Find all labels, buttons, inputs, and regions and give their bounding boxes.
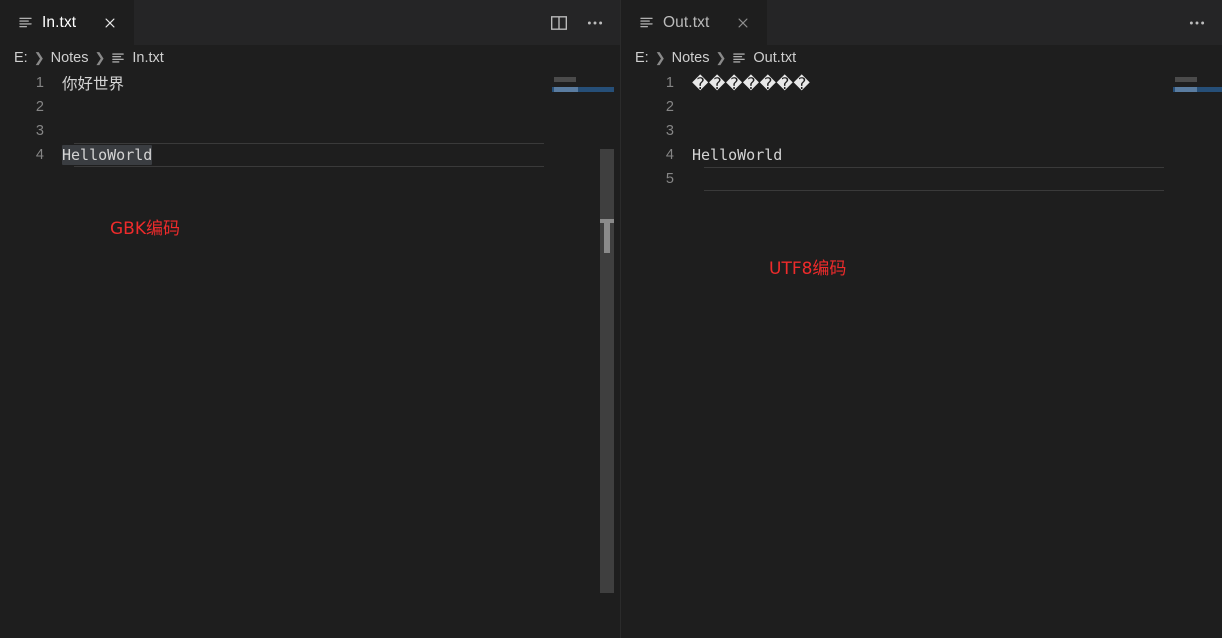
line-number: 2: [665, 99, 674, 115]
text-file-icon: [111, 51, 126, 66]
editor-scrollbar-left[interactable]: [600, 149, 614, 593]
text-file-icon: [18, 15, 33, 30]
tab-label: Out.txt: [663, 13, 710, 31]
breadcrumb-right[interactable]: E: ❯ Notes ❯ Out.txt: [621, 45, 1222, 71]
breadcrumb-item-drive[interactable]: E:: [635, 50, 649, 66]
breadcrumb-separator-icon: ❯: [715, 50, 727, 65]
code-line[interactable]: 2: [0, 95, 620, 119]
minimap-line-mark: [554, 87, 578, 92]
line-content-selected: HelloWorld: [62, 145, 153, 165]
tabbar-actions-right: [1187, 0, 1222, 45]
line-number: 2: [35, 99, 44, 115]
tab-in-txt[interactable]: In.txt: [0, 0, 135, 45]
line-number: 1: [35, 75, 44, 91]
text-file-icon: [639, 15, 654, 30]
code-line[interactable]: 2: [621, 95, 1222, 119]
code-editor-left[interactable]: 1 你好世界 2 3 4 HelloWorld: [0, 71, 620, 638]
text-file-icon: [732, 51, 747, 66]
minimap-line-mark: [1175, 87, 1197, 92]
annotation-gbk: GBK编码: [110, 219, 180, 239]
close-icon[interactable]: [732, 12, 754, 34]
breadcrumb-item-folder[interactable]: Notes: [672, 50, 710, 66]
code-editor-right[interactable]: 1 ������� 2 3 4 HelloWorld 5: [621, 71, 1222, 638]
more-actions-icon[interactable]: [585, 13, 605, 33]
close-icon[interactable]: [99, 12, 121, 34]
line-content: HelloWorld: [692, 146, 783, 164]
annotation-utf8: UTF8编码: [769, 259, 847, 279]
tab-out-txt[interactable]: Out.txt: [621, 0, 768, 45]
code-line[interactable]: 3: [621, 119, 1222, 143]
breadcrumb-item-file[interactable]: In.txt: [111, 50, 164, 66]
code-line[interactable]: 1 你好世界: [0, 71, 620, 95]
line-number: 1: [665, 75, 674, 91]
breadcrumb-item-file[interactable]: Out.txt: [732, 50, 796, 66]
scroll-thumb[interactable]: [604, 219, 610, 253]
split-editor-icon[interactable]: [549, 13, 569, 33]
line-content: �������: [692, 73, 811, 93]
code-line[interactable]: 4 HelloWorld: [621, 143, 1222, 167]
line-number: 5: [665, 171, 674, 187]
code-line[interactable]: 3: [0, 119, 620, 143]
editor-workbench: In.txt E: ❯ Notes ❯ In.txt 1 你好世界 2 3 4 …: [0, 0, 1222, 638]
editor-group-left: In.txt E: ❯ Notes ❯ In.txt 1 你好世界 2 3 4 …: [0, 0, 620, 638]
breadcrumb-file-label: In.txt: [132, 50, 164, 66]
breadcrumb-separator-icon: ❯: [33, 50, 45, 65]
code-line[interactable]: 4 HelloWorld: [0, 143, 620, 167]
breadcrumb-item-drive[interactable]: E:: [14, 50, 28, 66]
breadcrumb-separator-icon: ❯: [94, 50, 106, 65]
tab-label: In.txt: [42, 13, 77, 31]
line-number: 3: [665, 123, 674, 139]
line-content: 你好世界: [62, 75, 125, 93]
breadcrumb-file-label: Out.txt: [753, 50, 797, 66]
editor-group-right: Out.txt E: ❯ Notes ❯ Out.txt 1 ������� 2…: [620, 0, 1222, 638]
code-line[interactable]: 5: [621, 167, 1222, 191]
minimap-line-mark: [1175, 77, 1197, 82]
breadcrumb-item-folder[interactable]: Notes: [51, 50, 89, 66]
line-number: 3: [35, 123, 44, 139]
code-line[interactable]: 1 �������: [621, 71, 1222, 95]
breadcrumb-left[interactable]: E: ❯ Notes ❯ In.txt: [0, 45, 620, 71]
line-number: 4: [665, 147, 674, 163]
line-number: 4: [35, 147, 44, 163]
tabbar-right: Out.txt: [621, 0, 1222, 45]
tabbar-empty-space: [767, 0, 1187, 45]
breadcrumb-separator-icon: ❯: [654, 50, 666, 65]
tabbar-left: In.txt: [0, 0, 620, 45]
tabbar-empty-space: [134, 0, 549, 45]
minimap-line-mark: [554, 77, 576, 82]
more-actions-icon[interactable]: [1187, 13, 1207, 33]
tabbar-actions-left: [549, 0, 620, 45]
